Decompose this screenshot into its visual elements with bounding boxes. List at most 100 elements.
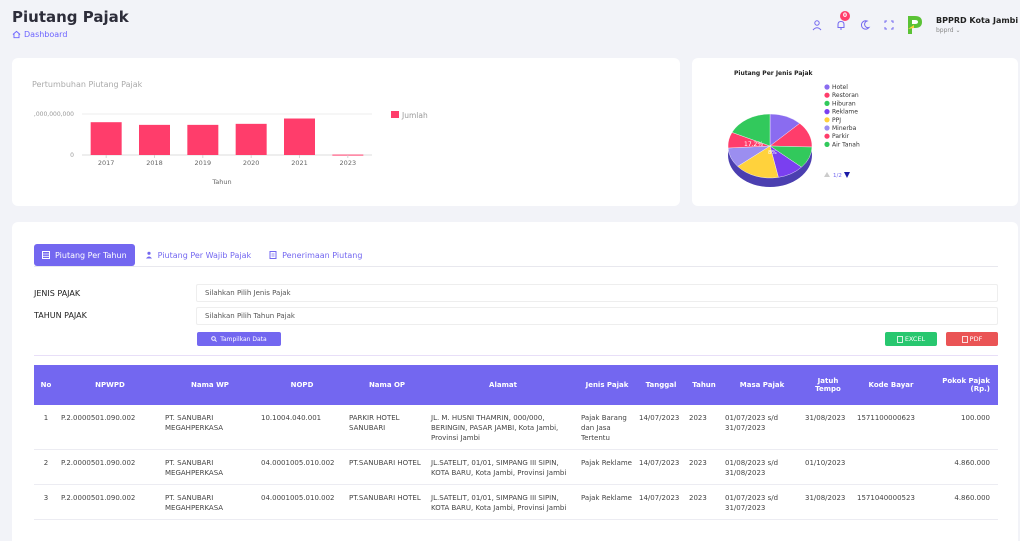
jenis-pajak-select[interactable]: Silahkan Pilih Jenis Pajak (196, 284, 998, 302)
growth-bar-chart: 0 ,000,000,000 2017 2018 2019 2020 2021 2023 Tah… (34, 111, 428, 186)
moon-icon[interactable] (856, 16, 874, 34)
col-header: No (40, 381, 52, 389)
table-cell: 31/08/2023 (802, 484, 854, 520)
table-cell: PARKIR HOTEL SANUBARI (346, 405, 428, 450)
col-header[interactable]: Jenis Pajak (578, 365, 636, 405)
bar-2018 (139, 124, 170, 155)
user-role: bpprd ⌄ (936, 27, 961, 34)
table-cell: 10.1004.040.001 (258, 405, 346, 450)
bar-2021 (284, 118, 315, 155)
table-cell: 1 (34, 405, 58, 450)
col-header[interactable]: Alamat (428, 365, 578, 405)
tab-piutang-per-wajib-pajak[interactable]: Piutang Per Wajib Pajak (137, 244, 259, 266)
excel-label: EXCEL (904, 335, 926, 343)
col-header[interactable]: Nama OP (346, 365, 428, 405)
piutang-table: No NPWPD Nama WP NOPD Nama OP Alamat Jen… (34, 365, 998, 520)
show-data-button[interactable]: Tampilkan Data (197, 332, 281, 346)
legend-swatch (824, 133, 830, 139)
legend-item: Air Tanah (832, 141, 860, 148)
table-cell: 31/08/2023 (802, 405, 854, 450)
legend-swatch (824, 117, 830, 123)
bar-2020 (235, 123, 267, 155)
form-divider (34, 355, 998, 356)
tahun-pajak-label: TAHUN PAJAK (34, 311, 87, 320)
main-card: Piutang Per Tahun Piutang Per Wajib Paja… (12, 222, 1018, 541)
table-cell: 04.0001005.010.002 (258, 449, 346, 485)
fullscreen-icon[interactable] (880, 16, 898, 34)
table-row: 2 P.2.0000501.090.002 PT. SANUBARI MEGAHPE… (34, 449, 998, 485)
col-header[interactable]: Kode Bayar (854, 365, 928, 405)
table-cell: P.2.0000501.090.002 (58, 484, 162, 520)
table-header-row: No NPWPD Nama WP NOPD Nama OP Alamat Jen… (34, 365, 998, 405)
notification-badge: 0 (840, 11, 850, 21)
col-header[interactable]: Nama WP (162, 365, 258, 405)
user-icon[interactable] (808, 16, 826, 34)
pdf-button[interactable]: PDF (946, 332, 998, 346)
table-cell: Pajak Reklame (578, 449, 636, 485)
legend-item: Hiburan (832, 100, 856, 107)
tab-label: Penerimaan Piutang (282, 250, 363, 260)
table-cell: 04.0001005.010.002 (258, 484, 346, 520)
col-header[interactable]: Tahun (686, 365, 722, 405)
table-cell: PT.SANUBARI HOTEL (346, 449, 428, 485)
table-cell: 14/07/2023 (636, 449, 686, 485)
bar-2019 (187, 124, 219, 155)
col-header[interactable]: Jatuh Tempo (802, 365, 854, 405)
table-cell: 01/10/2023 (802, 449, 854, 485)
show-data-label: Tampilkan Data (220, 335, 267, 343)
bell-icon[interactable]: 0 (832, 11, 850, 34)
receipt-icon (269, 251, 277, 259)
top-bar: Piutang Pajak Dashboard 0 BPPRD Kota Jam… (0, 0, 1020, 50)
col-header[interactable]: Masa Pajak (722, 365, 802, 405)
table-cell: PT. SANUBARI MEGAHPERKASA (162, 484, 258, 520)
table-row: 1 P.2.0000501.090.002 PT. SANUBARI MEGAHPE… (34, 405, 998, 450)
table-cell: 01/08/2023 s/d 31/08/2023 (722, 449, 802, 485)
user-menu[interactable]: BPPRD Kota Jambi bpprd ⌄ (936, 16, 1020, 34)
home-icon (12, 30, 21, 39)
table-cell: 4.860.000 (928, 484, 998, 520)
tab-penerimaan-piutang[interactable]: Penerimaan Piutang (261, 244, 370, 266)
col-header[interactable]: Tanggal (636, 365, 686, 405)
tahun-pajak-select[interactable]: Silahkan Pilih Tahun Pajak (196, 307, 998, 325)
jenis-pajak-label: JENIS PAJAK (34, 289, 81, 298)
x-tick-label: 2017 (98, 159, 115, 167)
pie-data-label: 17.2% (744, 141, 763, 148)
tab-divider (34, 266, 998, 267)
table-cell: 2023 (686, 449, 722, 485)
x-tick-label: 2021 (291, 159, 308, 167)
breadcrumb-dashboard[interactable]: Dashboard (24, 30, 67, 39)
pie-chart: 17.2% 8% HotelRestoranHiburan ReklamePPJMin… (727, 84, 860, 187)
table-cell (854, 449, 928, 485)
legend-item: Restoran (832, 92, 859, 99)
x-tick-label: 2019 (195, 159, 212, 167)
search-icon (211, 336, 218, 342)
legend-swatch (824, 100, 830, 106)
col-header[interactable]: Pokok Pajak (Rp.) (928, 365, 998, 405)
breadcrumb[interactable]: Dashboard (12, 30, 67, 39)
bar-2017 (90, 122, 122, 155)
legend-pagination: 1/2 (833, 173, 842, 179)
col-header[interactable]: NOPD (258, 365, 346, 405)
table-cell: 14/07/2023 (636, 405, 686, 450)
legend-swatch (824, 125, 830, 131)
table-row: 3 P.2.0000501.090.002 PT. SANUBARI MEGAHPE… (34, 484, 998, 520)
table-cell: PT.SANUBARI HOTEL (346, 484, 428, 520)
legend-item: Minerba (832, 125, 857, 132)
table-cell: 2023 (686, 484, 722, 520)
table-cell: 01/07/2023 s/d 31/07/2023 (722, 405, 802, 450)
col-header[interactable]: NPWPD (58, 365, 162, 405)
table-cell: 4.860.000 (928, 449, 998, 485)
tab-label: Piutang Per Tahun (55, 250, 127, 260)
table-cell: PT. SANUBARI MEGAHPERKASA (162, 449, 258, 485)
tab-piutang-per-tahun[interactable]: Piutang Per Tahun (34, 244, 135, 266)
legend-item: PPJ (832, 117, 841, 124)
pager-up-icon (824, 172, 830, 177)
table-icon (42, 251, 50, 259)
table-cell: 01/07/2023 s/d 31/07/2023 (722, 484, 802, 520)
user-name: BPPRD Kota Jambi (936, 16, 1019, 25)
excel-button[interactable]: EXCEL (885, 332, 937, 346)
y-tick-label: 0 (70, 152, 74, 159)
page-title: Piutang Pajak (12, 8, 129, 26)
table-cell: 14/07/2023 (636, 484, 686, 520)
x-tick-label: 2020 (243, 159, 260, 167)
